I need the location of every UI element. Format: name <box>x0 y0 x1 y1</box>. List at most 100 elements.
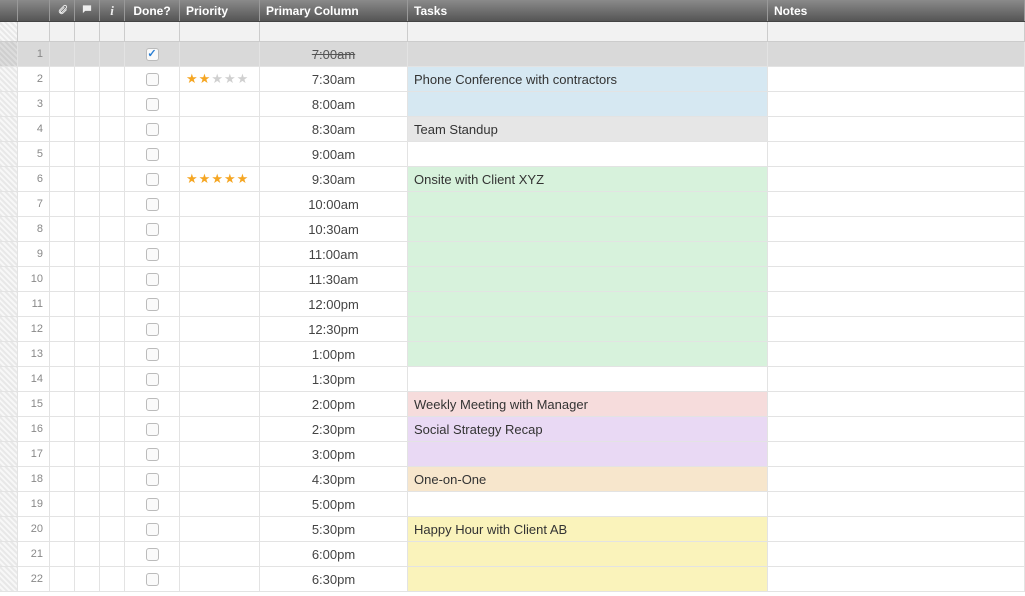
primary-cell[interactable]: 5:30pm <box>260 517 408 541</box>
attachment-cell[interactable] <box>50 242 75 266</box>
done-cell[interactable] <box>125 67 180 91</box>
priority-cell[interactable] <box>180 42 260 66</box>
row-handle[interactable] <box>0 492 18 516</box>
info-cell[interactable] <box>100 267 125 291</box>
tasks-cell[interactable] <box>408 367 768 391</box>
done-checkbox[interactable] <box>146 523 159 536</box>
notes-cell[interactable] <box>768 392 1025 416</box>
notes-cell[interactable] <box>768 92 1025 116</box>
done-checkbox[interactable] <box>146 473 159 486</box>
info-cell[interactable] <box>100 417 125 441</box>
done-cell[interactable] <box>125 317 180 341</box>
info-cell[interactable] <box>100 392 125 416</box>
row-number-header[interactable] <box>18 0 50 21</box>
notes-cell[interactable] <box>768 342 1025 366</box>
info-cell[interactable] <box>100 567 125 591</box>
info-cell[interactable] <box>100 492 125 516</box>
info-cell[interactable] <box>100 217 125 241</box>
primary-cell[interactable]: 10:00am <box>260 192 408 216</box>
row-handle[interactable] <box>0 392 18 416</box>
table-row[interactable]: 59:00am <box>0 142 1025 167</box>
attachment-cell[interactable] <box>50 292 75 316</box>
table-row[interactable]: 6★★★★★9:30amOnsite with Client XYZ <box>0 167 1025 192</box>
comment-cell[interactable] <box>75 442 100 466</box>
primary-cell[interactable]: 11:30am <box>260 267 408 291</box>
done-checkbox[interactable] <box>146 223 159 236</box>
table-row[interactable]: 226:30pm <box>0 567 1025 592</box>
row-handle[interactable] <box>0 467 18 491</box>
notes-cell[interactable] <box>768 292 1025 316</box>
done-cell[interactable] <box>125 542 180 566</box>
priority-cell[interactable] <box>180 192 260 216</box>
table-row[interactable]: 205:30pmHappy Hour with Client AB <box>0 517 1025 542</box>
tasks-cell[interactable] <box>408 492 768 516</box>
row-handle[interactable] <box>0 42 18 66</box>
priority-cell[interactable] <box>180 467 260 491</box>
row-number[interactable]: 17 <box>18 442 50 466</box>
attachment-cell[interactable] <box>50 342 75 366</box>
row-handle[interactable] <box>0 317 18 341</box>
info-cell[interactable] <box>100 67 125 91</box>
done-cell[interactable] <box>125 92 180 116</box>
priority-cell[interactable] <box>180 442 260 466</box>
primary-cell[interactable]: 1:00pm <box>260 342 408 366</box>
priority-cell[interactable] <box>180 242 260 266</box>
attachment-cell[interactable] <box>50 517 75 541</box>
priority-cell[interactable]: ★★★★★ <box>180 67 260 91</box>
row-number[interactable]: 18 <box>18 467 50 491</box>
row-handle[interactable] <box>0 517 18 541</box>
info-cell[interactable] <box>100 117 125 141</box>
priority-cell[interactable] <box>180 117 260 141</box>
comment-cell[interactable] <box>75 242 100 266</box>
filter-notes[interactable] <box>768 22 1025 41</box>
done-cell[interactable] <box>125 442 180 466</box>
comment-cell[interactable] <box>75 517 100 541</box>
primary-cell[interactable]: 5:00pm <box>260 492 408 516</box>
comment-cell[interactable] <box>75 167 100 191</box>
comment-cell[interactable] <box>75 342 100 366</box>
priority-cell[interactable] <box>180 392 260 416</box>
done-cell[interactable] <box>125 517 180 541</box>
notes-cell[interactable] <box>768 167 1025 191</box>
priority-cell[interactable] <box>180 492 260 516</box>
row-handle[interactable] <box>0 292 18 316</box>
priority-cell[interactable] <box>180 417 260 441</box>
notes-cell[interactable] <box>768 467 1025 491</box>
filter-attach[interactable] <box>50 22 75 41</box>
tasks-cell[interactable]: Phone Conference with contractors <box>408 67 768 91</box>
row-number[interactable]: 13 <box>18 342 50 366</box>
notes-cell[interactable] <box>768 317 1025 341</box>
done-checkbox[interactable] <box>146 273 159 286</box>
row-handle[interactable] <box>0 567 18 591</box>
row-number[interactable]: 16 <box>18 417 50 441</box>
row-handle[interactable] <box>0 192 18 216</box>
tasks-cell[interactable]: One-on-One <box>408 467 768 491</box>
tasks-cell[interactable]: Onsite with Client XYZ <box>408 167 768 191</box>
row-handle[interactable] <box>0 217 18 241</box>
tasks-cell[interactable]: Team Standup <box>408 117 768 141</box>
row-number[interactable]: 20 <box>18 517 50 541</box>
done-checkbox[interactable] <box>146 123 159 136</box>
comment-cell[interactable] <box>75 92 100 116</box>
attachment-cell[interactable] <box>50 192 75 216</box>
notes-cell[interactable] <box>768 542 1025 566</box>
done-cell[interactable] <box>125 167 180 191</box>
primary-cell[interactable]: 11:00am <box>260 242 408 266</box>
row-number[interactable]: 1 <box>18 42 50 66</box>
primary-cell[interactable]: 8:00am <box>260 92 408 116</box>
notes-header[interactable]: Notes <box>768 0 1025 21</box>
comment-cell[interactable] <box>75 42 100 66</box>
primary-cell[interactable]: 7:30am <box>260 67 408 91</box>
row-number[interactable]: 7 <box>18 192 50 216</box>
row-number[interactable]: 11 <box>18 292 50 316</box>
tasks-cell[interactable] <box>408 342 768 366</box>
info-cell[interactable] <box>100 292 125 316</box>
attachment-cell[interactable] <box>50 317 75 341</box>
row-handle[interactable] <box>0 117 18 141</box>
table-row[interactable]: 7 10:00am <box>0 192 1025 217</box>
comment-cell[interactable] <box>75 542 100 566</box>
done-cell[interactable] <box>125 267 180 291</box>
info-cell[interactable] <box>100 192 125 216</box>
row-handle[interactable] <box>0 542 18 566</box>
notes-cell[interactable] <box>768 117 1025 141</box>
